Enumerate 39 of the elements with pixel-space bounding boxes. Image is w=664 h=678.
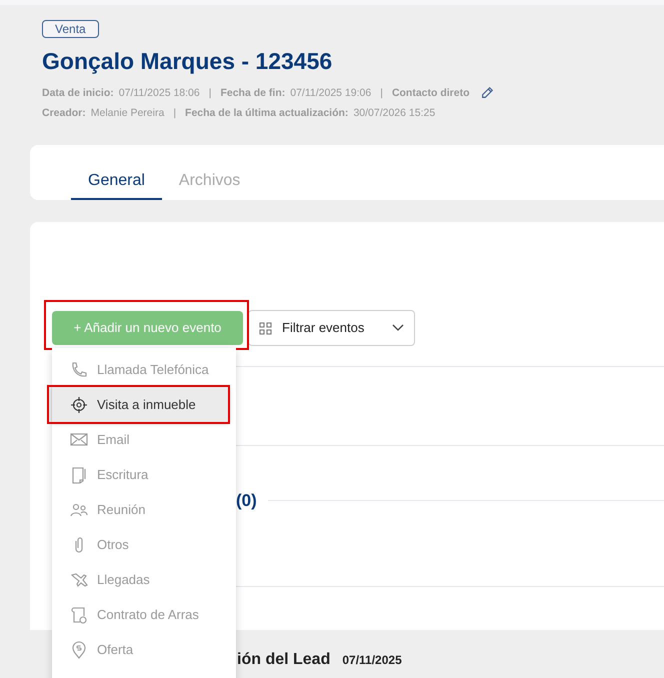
lead-date: 07/11/2025: [342, 652, 402, 669]
separator: |: [380, 86, 383, 101]
tab[interactable]: Archivos: [162, 145, 258, 200]
target-icon: [70, 396, 88, 414]
meta-value: 07/11/2025 19:06: [290, 86, 372, 101]
edit-icon[interactable]: [480, 86, 494, 100]
meta-value: 07/11/2025 18:06: [118, 86, 200, 101]
record-title: Gonçalo Marques - 123456: [42, 47, 334, 75]
meta-label: Fecha de fin:: [220, 86, 286, 101]
type-badge: Venta: [42, 20, 99, 38]
menu-item[interactable]: Llamada Telefónica: [52, 352, 229, 387]
section-heading: ión del Lead: [237, 650, 330, 670]
menu-item[interactable]: Email: [52, 422, 229, 457]
phone-icon: [70, 360, 88, 378]
envelope-icon: [70, 430, 88, 448]
menu-item[interactable]: Visita a inmueble: [52, 387, 229, 422]
menu-item[interactable]: Contrato de Arras: [52, 597, 229, 632]
menu-item[interactable]: Llegadas: [52, 562, 229, 597]
meta-label: Data de inicio:: [42, 86, 114, 101]
separator: |: [208, 86, 212, 101]
filter-events-dropdown[interactable]: Filtrar eventos: [248, 310, 415, 346]
grid-icon: [259, 322, 272, 334]
meta-label: Creador:: [42, 106, 86, 121]
chevron-icon: [392, 324, 404, 332]
meta-label: Fecha de la última actualización:: [185, 106, 348, 121]
document-icon: [70, 466, 88, 484]
add-event-button[interactable]: + Añadir un nuevo evento: [52, 311, 243, 345]
section-count: (0): [236, 490, 257, 512]
meta-value: Melanie Pereira: [90, 106, 164, 121]
menu-item[interactable]: Reunión: [52, 492, 229, 527]
menu-item[interactable]: Otros: [52, 527, 229, 562]
location-pin-icon: [70, 640, 88, 658]
tab[interactable]: General: [71, 145, 162, 200]
menu-item[interactable]: Oferta: [52, 632, 229, 667]
meta-value: 30/07/2026 15:25: [353, 106, 436, 121]
scroll-icon: [70, 606, 88, 624]
menu-item[interactable]: Escritura: [52, 457, 229, 492]
separator: |: [173, 106, 176, 121]
meta-label: Contacto direto: [392, 86, 470, 101]
